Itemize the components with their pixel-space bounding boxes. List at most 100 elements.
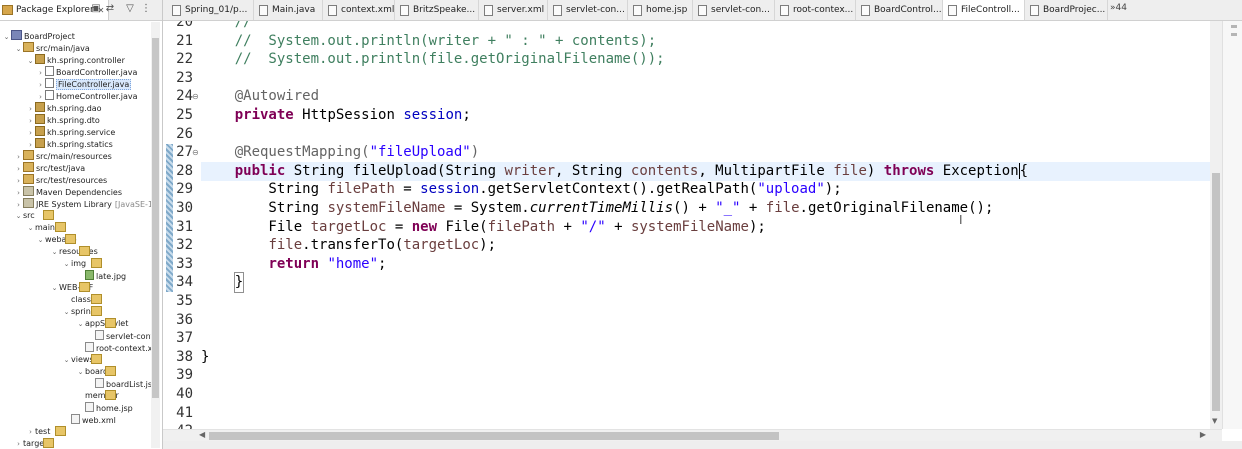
tree-item[interactable]: ⌄ kh.spring.controller [26, 54, 125, 66]
code-line[interactable] [201, 69, 1210, 88]
code-line[interactable]: @RequestMapping("fileUpload") [201, 143, 1210, 162]
tab-overflow-button[interactable]: »44 [1110, 3, 1127, 13]
editor-tab[interactable]: FileControll...✕ [943, 0, 1025, 20]
tree-item[interactable]: › src/main/resources [14, 150, 112, 162]
code-line[interactable]: } [201, 272, 1210, 294]
tree-item[interactable]: late.jpg [76, 270, 126, 282]
chevron-down-icon[interactable]: ⌄ [26, 222, 35, 234]
tree-item[interactable]: ⌄resources [50, 246, 98, 258]
code-line[interactable]: // [201, 21, 1210, 32]
tree-item[interactable]: member [76, 390, 119, 402]
chevron-down-icon[interactable]: ⌄ [2, 31, 11, 43]
code-line[interactable]: String filePath = session.getServletCont… [201, 180, 1210, 199]
horizontal-scroll-thumb[interactable] [209, 432, 779, 440]
chevron-down-icon[interactable]: ⌄ [26, 55, 35, 67]
code-line[interactable]: String systemFileName = System.currentTi… [201, 199, 1210, 218]
editor-tab[interactable]: BoardControl... [856, 0, 943, 20]
code-line[interactable]: // System.out.println(writer + " : " + c… [201, 32, 1210, 51]
tree-item[interactable]: › target [14, 438, 54, 449]
tree-item[interactable]: servlet-conte [86, 330, 159, 342]
current-code-line[interactable]: public String fileUpload(String writer, … [201, 161, 1210, 181]
code-line[interactable] [201, 292, 1210, 311]
explorer-scroll-thumb[interactable] [152, 38, 159, 398]
editor-tab[interactable]: context.xml [323, 0, 395, 20]
code-line[interactable] [201, 125, 1210, 144]
view-menu-icon[interactable]: ▽ [124, 3, 136, 15]
editor-tab[interactable]: servlet-con... [693, 0, 775, 20]
tree-item[interactable]: › src/test/resources [14, 174, 107, 186]
tree-item[interactable]: › JRE System Library [JavaSE-1.8 [14, 198, 161, 210]
editor-vertical-scrollbar[interactable]: ▼ [1210, 21, 1222, 429]
editor-tab[interactable]: Spring_01/p... [167, 0, 254, 20]
scroll-right-arrow-icon[interactable]: ▶ [1200, 430, 1206, 439]
tree-item[interactable]: root-context.xm [76, 342, 160, 354]
link-with-editor-icon[interactable]: ⇄ [104, 3, 116, 15]
tree-item[interactable]: ⌄ views [62, 354, 102, 366]
chevron-down-icon[interactable]: ⌄ [76, 366, 85, 378]
code-line[interactable] [201, 329, 1210, 348]
tree-item[interactable]: ⌄ board [76, 366, 116, 378]
editor-tab[interactable]: Main.java [254, 0, 323, 20]
code-line[interactable]: @Autowired [201, 87, 1210, 106]
code-line[interactable]: } [201, 348, 1210, 367]
code-line[interactable]: return "home"; [201, 255, 1210, 274]
chevron-down-icon[interactable]: ⌄ [36, 234, 45, 246]
tree-item[interactable]: › kh.spring.statics [26, 138, 113, 150]
chevron-down-icon[interactable]: ⌄ [76, 318, 85, 330]
tree-item[interactable]: ⌄ webapp [36, 234, 77, 246]
scroll-down-arrow-icon[interactable]: ▼ [1212, 417, 1217, 425]
tree-item[interactable]: › FileController.java [36, 78, 132, 90]
tree-item[interactable]: › HomeController.java [36, 90, 138, 102]
scroll-left-arrow-icon[interactable]: ◀ [199, 430, 205, 439]
code-line[interactable] [201, 385, 1210, 404]
fold-toggle-icon[interactable]: ⊖ [192, 87, 199, 106]
tree-item[interactable]: ⌄ spring [62, 306, 102, 318]
vertical-scroll-thumb[interactable] [1212, 173, 1220, 411]
code-line[interactable]: File targetLoc = new File(filePath + "/"… [201, 218, 1210, 237]
tree-item[interactable]: › src/test/java [14, 162, 85, 174]
chevron-down-icon[interactable]: ⌄ [62, 354, 71, 366]
editor-tab[interactable]: server.xml [479, 0, 548, 20]
chevron-down-icon[interactable]: ⌄ [50, 246, 59, 258]
more-options-icon[interactable]: ⋮ [140, 3, 152, 15]
chevron-down-icon[interactable]: ⌄ [14, 210, 23, 222]
tree-item[interactable]: boardList.jsp [86, 378, 157, 390]
tree-item[interactable]: ⌄ WEB-INF [50, 282, 93, 294]
tree-item[interactable]: › test [26, 426, 66, 438]
chevron-down-icon[interactable]: ⌄ [62, 306, 71, 318]
code-line[interactable]: private HttpSession session; [201, 106, 1210, 125]
overview-ruler[interactable] [1222, 21, 1242, 429]
chevron-right-icon[interactable]: › [26, 426, 35, 438]
editor-tab[interactable]: home.jsp [628, 0, 693, 20]
code-line[interactable]: file.transferTo(targetLoc); [201, 236, 1210, 255]
overview-marker[interactable] [1231, 25, 1237, 28]
fold-toggle-icon[interactable]: ⊖ [192, 143, 199, 162]
tree-item[interactable]: ⌄ main [26, 222, 66, 234]
tree-item[interactable]: ⌄appServlet [76, 318, 128, 330]
tree-item[interactable]: web.xml [62, 414, 116, 426]
tree-item[interactable]: ⌄ BoardProject [2, 30, 75, 42]
tree-item[interactable]: classes [62, 294, 102, 306]
code-editor[interactable]: 20 // 21 // System.out.println(writer + "… [163, 21, 1210, 429]
code-line[interactable] [201, 366, 1210, 385]
tree-item[interactable]: › BoardController.java [36, 66, 137, 78]
chevron-down-icon[interactable]: ⌄ [14, 43, 23, 55]
tree-item[interactable]: › kh.spring.service [26, 126, 115, 138]
code-line[interactable] [201, 422, 1210, 429]
overview-marker[interactable] [1231, 33, 1237, 36]
tree-item[interactable]: › kh.spring.dto [26, 114, 100, 126]
tree-item[interactable]: ⌄ src/main/java [14, 42, 90, 54]
editor-tab[interactable]: BoardProjec... [1025, 0, 1108, 20]
tree-item[interactable]: › Maven Dependencies [14, 186, 122, 198]
code-line[interactable]: // System.out.println(file.getOriginalFi… [201, 50, 1210, 69]
tree-item[interactable]: home.jsp [76, 402, 133, 414]
chevron-right-icon[interactable]: › [14, 438, 23, 449]
editor-tab[interactable]: servlet-con... [548, 0, 628, 20]
code-line[interactable] [201, 311, 1210, 330]
chevron-down-icon[interactable]: ⌄ [62, 258, 71, 270]
code-line[interactable] [201, 404, 1210, 423]
tree-item[interactable]: › kh.spring.dao [26, 102, 102, 114]
explorer-scrollbar[interactable] [151, 22, 160, 448]
tree-item[interactable]: ⌄ src [14, 210, 54, 222]
editor-tab[interactable]: root-contex... [775, 0, 856, 20]
